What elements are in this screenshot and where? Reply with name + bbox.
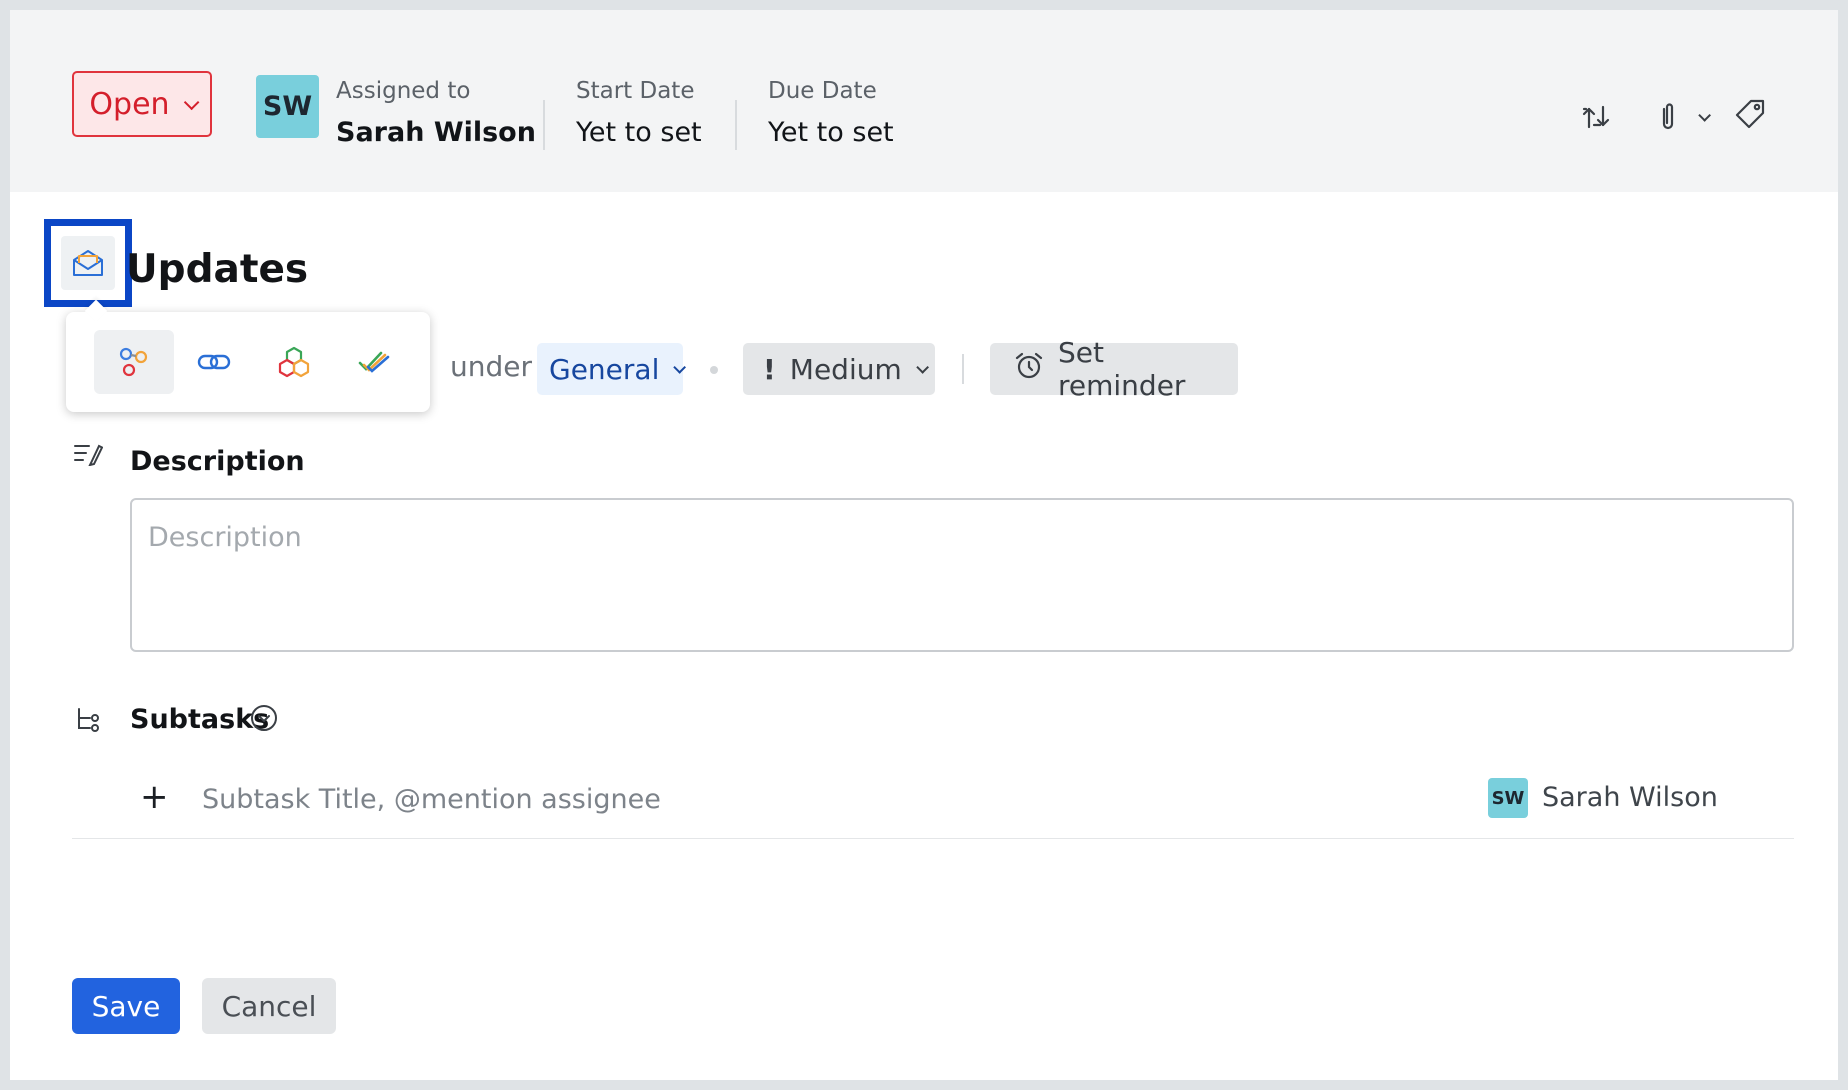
chevron-down-icon — [183, 94, 199, 110]
subtask-title-input[interactable] — [200, 776, 1384, 822]
alarm-clock-icon — [1014, 351, 1044, 388]
task-editor: Open SW Assigned to Sarah Wilson Start D… — [10, 10, 1838, 1080]
header-divider — [735, 100, 737, 150]
task-header: Open SW Assigned to Sarah Wilson Start D… — [10, 10, 1838, 192]
category-label: General — [549, 352, 660, 386]
cube-apps-icon[interactable] — [254, 330, 334, 394]
description-input[interactable] — [130, 498, 1794, 652]
due-date-value[interactable]: Yet to set — [768, 117, 894, 148]
start-date-value[interactable]: Yet to set — [576, 117, 702, 148]
chevron-circle-icon[interactable] — [248, 702, 280, 734]
status-label: Open — [89, 86, 170, 122]
subtask-assignee-name[interactable]: Sarah Wilson — [1542, 782, 1718, 813]
assignee-name[interactable]: Sarah Wilson — [336, 117, 536, 148]
status-dropdown[interactable]: Open — [72, 71, 212, 137]
tag-icon[interactable] — [1732, 96, 1768, 132]
link-icon[interactable] — [174, 330, 254, 394]
separator-line — [962, 354, 964, 384]
header-divider — [543, 100, 545, 150]
chevron-down-icon — [916, 360, 929, 374]
add-subtask-button[interactable]: + — [140, 780, 169, 814]
start-date-label: Start Date — [576, 78, 695, 104]
task-app-selector[interactable] — [44, 219, 132, 307]
under-label: under — [450, 350, 533, 383]
cancel-button[interactable]: Cancel — [202, 978, 336, 1034]
app-picker-popover — [66, 312, 430, 412]
mail-icon — [61, 236, 115, 290]
attachment-icon[interactable] — [1650, 99, 1686, 135]
subtask-tree-icon — [72, 704, 104, 736]
save-button[interactable]: Save — [72, 978, 180, 1034]
subtask-row-divider — [72, 838, 1794, 839]
repeat-icon[interactable] — [1578, 99, 1614, 135]
chevron-down-icon[interactable] — [1690, 99, 1714, 135]
task-title[interactable]: Updates — [126, 250, 308, 289]
assignee-avatar[interactable]: SW — [256, 75, 319, 138]
integrations-icon[interactable] — [94, 330, 174, 394]
description-icon — [72, 438, 104, 470]
set-reminder-button[interactable]: Set reminder — [990, 336, 1238, 402]
priority-dropdown[interactable]: ! Medium — [743, 343, 935, 395]
separator-dot — [710, 366, 718, 374]
checkmark-app-icon[interactable] — [334, 330, 414, 394]
category-dropdown[interactable]: General — [537, 343, 687, 395]
assigned-to-label: Assigned to — [336, 78, 471, 104]
priority-label: Medium — [789, 352, 902, 386]
description-label: Description — [130, 446, 305, 477]
subtask-assignee-avatar[interactable]: SW — [1488, 778, 1528, 818]
exclamation-icon: ! — [763, 352, 776, 386]
reminder-label: Set reminder — [1058, 336, 1186, 402]
chevron-down-icon — [673, 360, 687, 374]
due-date-label: Due Date — [768, 78, 877, 104]
